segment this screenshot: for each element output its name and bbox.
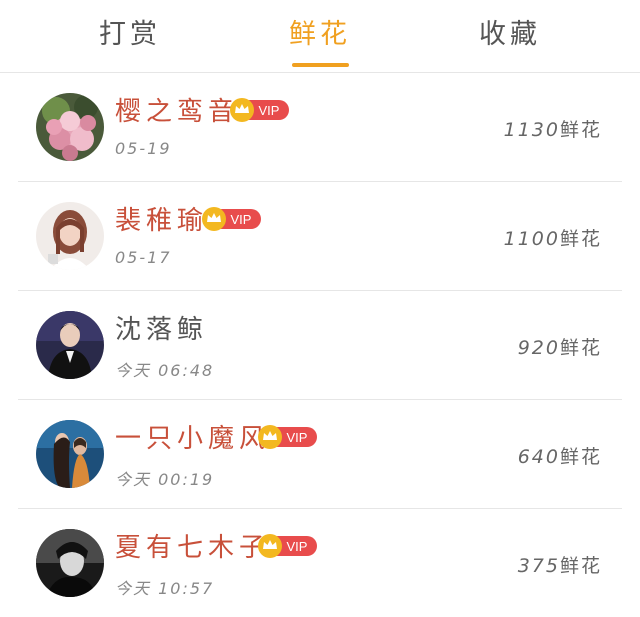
user-name[interactable]: 樱之鸾音 — [115, 91, 239, 128]
list-item[interactable]: 樱之鸾音 VIP 05-19 1130鲜花 — [18, 73, 622, 182]
avatar[interactable] — [36, 311, 104, 379]
user-name[interactable]: 一只小魔风 — [115, 418, 270, 455]
flower-count: 920鲜花 — [517, 337, 602, 359]
user-name[interactable]: 裴稚瑜 — [115, 200, 208, 237]
date-label: 今天 06:48 — [115, 361, 215, 380]
user-name[interactable]: 夏有七木子 — [115, 527, 270, 564]
list-item[interactable]: 裴稚瑜 VIP 05-17 1100鲜花 — [18, 182, 622, 291]
date-label: 05-17 — [115, 248, 172, 267]
vip-badge: VIP — [258, 534, 318, 558]
flower-ranking-list: 樱之鸾音 VIP 05-19 1130鲜花 裴稚瑜 VIP 05-17 1100… — [18, 73, 622, 617]
svg-text:VIP: VIP — [231, 212, 252, 227]
avatar[interactable] — [36, 420, 104, 488]
active-tab-indicator — [292, 63, 349, 67]
flower-count: 640鲜花 — [517, 446, 602, 468]
svg-text:VIP: VIP — [287, 430, 308, 445]
vip-badge: VIP — [258, 425, 318, 449]
tab-favorites[interactable]: 收藏 — [440, 0, 580, 72]
avatar[interactable] — [36, 93, 104, 161]
avatar[interactable] — [36, 202, 104, 270]
user-name[interactable]: 沈落鲸 — [115, 309, 208, 346]
list-item[interactable]: 一只小魔风 VIP 今天 00:19 640鲜花 — [18, 400, 622, 509]
svg-text:VIP: VIP — [287, 539, 308, 554]
vip-badge: VIP — [230, 98, 290, 122]
date-label: 今天 10:57 — [115, 579, 215, 598]
vip-badge: VIP — [202, 207, 262, 231]
flower-count: 1100鲜花 — [503, 228, 602, 250]
flower-count: 1130鲜花 — [503, 119, 602, 141]
date-label: 05-19 — [115, 139, 172, 158]
tab-reward[interactable]: 打赏 — [60, 0, 200, 72]
tab-bar: 打赏 鲜花 收藏 — [0, 0, 640, 73]
avatar[interactable] — [36, 529, 104, 597]
date-label: 今天 00:19 — [115, 470, 215, 489]
flower-count: 375鲜花 — [517, 555, 602, 577]
tab-flowers[interactable]: 鲜花 — [250, 0, 390, 72]
list-item[interactable]: 沈落鲸 今天 06:48 920鲜花 — [18, 291, 622, 400]
svg-text:VIP: VIP — [259, 103, 280, 118]
